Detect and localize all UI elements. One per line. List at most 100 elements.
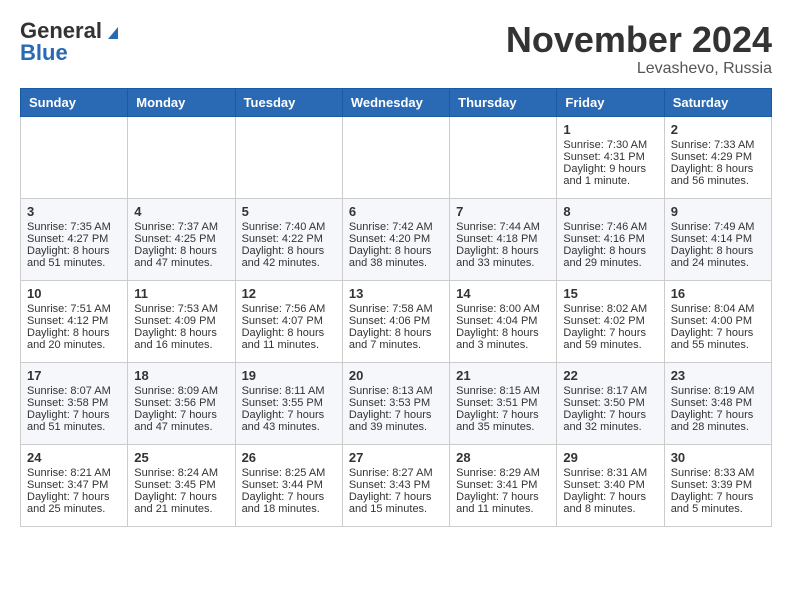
day-info: Daylight: 7 hours and 5 minutes. [671, 491, 765, 515]
day-info: Daylight: 8 hours and 7 minutes. [349, 327, 443, 351]
day-info: Sunset: 4:14 PM [671, 233, 765, 245]
day-info: Sunrise: 7:37 AM [134, 221, 228, 233]
calendar-cell: 9Sunrise: 7:49 AMSunset: 4:14 PMDaylight… [664, 198, 771, 280]
day-info: Sunrise: 7:35 AM [27, 221, 121, 233]
day-info: Sunrise: 7:51 AM [27, 303, 121, 315]
day-number: 7 [456, 204, 550, 219]
day-info: Daylight: 8 hours and 51 minutes. [27, 245, 121, 269]
day-number: 17 [27, 368, 121, 383]
calendar-cell: 22Sunrise: 8:17 AMSunset: 3:50 PMDayligh… [557, 362, 664, 444]
day-info: Daylight: 8 hours and 47 minutes. [134, 245, 228, 269]
calendar-cell: 27Sunrise: 8:27 AMSunset: 3:43 PMDayligh… [342, 444, 449, 526]
day-info: Sunset: 4:18 PM [456, 233, 550, 245]
day-number: 1 [563, 122, 657, 137]
day-info: Daylight: 8 hours and 20 minutes. [27, 327, 121, 351]
day-info: Daylight: 8 hours and 56 minutes. [671, 163, 765, 187]
day-info: Daylight: 8 hours and 3 minutes. [456, 327, 550, 351]
day-info: Daylight: 7 hours and 51 minutes. [27, 409, 121, 433]
calendar-cell: 12Sunrise: 7:56 AMSunset: 4:07 PMDayligh… [235, 280, 342, 362]
calendar-cell: 3 Sunrise: 7:35 AMSunset: 4:27 PMDaylight… [21, 198, 128, 280]
week-row-1: 1Sunrise: 7:30 AMSunset: 4:31 PMDaylight… [21, 116, 772, 198]
day-number: 14 [456, 286, 550, 301]
day-info: Sunrise: 8:21 AM [27, 467, 121, 479]
day-info: Sunset: 3:56 PM [134, 397, 228, 409]
day-info: Sunrise: 8:27 AM [349, 467, 443, 479]
calendar-cell: 23Sunrise: 8:19 AMSunset: 3:48 PMDayligh… [664, 362, 771, 444]
calendar-cell: 28Sunrise: 8:29 AMSunset: 3:41 PMDayligh… [450, 444, 557, 526]
day-info: Sunrise: 8:19 AM [671, 385, 765, 397]
day-info: Sunset: 3:58 PM [27, 397, 121, 409]
day-info: Sunset: 3:39 PM [671, 479, 765, 491]
calendar-cell: 13Sunrise: 7:58 AMSunset: 4:06 PMDayligh… [342, 280, 449, 362]
calendar-cell: 10Sunrise: 7:51 AMSunset: 4:12 PMDayligh… [21, 280, 128, 362]
day-info: Daylight: 8 hours and 33 minutes. [456, 245, 550, 269]
day-number: 23 [671, 368, 765, 383]
day-number: 16 [671, 286, 765, 301]
calendar-cell: 15Sunrise: 8:02 AMSunset: 4:02 PMDayligh… [557, 280, 664, 362]
day-number: 13 [349, 286, 443, 301]
calendar-cell: 17Sunrise: 8:07 AMSunset: 3:58 PMDayligh… [21, 362, 128, 444]
day-number: 22 [563, 368, 657, 383]
logo-triangle-icon [104, 23, 122, 39]
day-info: Daylight: 7 hours and 21 minutes. [134, 491, 228, 515]
day-info: Sunrise: 7:33 AM [671, 139, 765, 151]
calendar-cell: 26Sunrise: 8:25 AMSunset: 3:44 PMDayligh… [235, 444, 342, 526]
header-day-thursday: Thursday [450, 88, 557, 116]
day-info: Sunrise: 8:15 AM [456, 385, 550, 397]
day-number: 20 [349, 368, 443, 383]
location: Levashevo, Russia [506, 60, 772, 78]
day-info: Sunset: 4:04 PM [456, 315, 550, 327]
day-info: Sunset: 3:43 PM [349, 479, 443, 491]
day-number: 18 [134, 368, 228, 383]
title-area: November 2024 Levashevo, Russia [506, 20, 772, 78]
calendar-cell [450, 116, 557, 198]
day-number: 25 [134, 450, 228, 465]
day-info: Daylight: 7 hours and 59 minutes. [563, 327, 657, 351]
day-info: Daylight: 8 hours and 24 minutes. [671, 245, 765, 269]
logo-general-text: General [20, 20, 102, 42]
day-info: Daylight: 7 hours and 32 minutes. [563, 409, 657, 433]
day-info: Sunset: 4:31 PM [563, 151, 657, 163]
day-info: Sunrise: 8:31 AM [563, 467, 657, 479]
calendar-cell [21, 116, 128, 198]
day-number: 5 [242, 204, 336, 219]
calendar-cell: 20Sunrise: 8:13 AMSunset: 3:53 PMDayligh… [342, 362, 449, 444]
calendar-cell: 25Sunrise: 8:24 AMSunset: 3:45 PMDayligh… [128, 444, 235, 526]
day-info: Sunset: 4:27 PM [27, 233, 121, 245]
calendar-cell: 19Sunrise: 8:11 AMSunset: 3:55 PMDayligh… [235, 362, 342, 444]
header-day-wednesday: Wednesday [342, 88, 449, 116]
day-info: Sunset: 4:09 PM [134, 315, 228, 327]
day-info: Daylight: 8 hours and 38 minutes. [349, 245, 443, 269]
calendar-cell: 24Sunrise: 8:21 AMSunset: 3:47 PMDayligh… [21, 444, 128, 526]
calendar-cell: 2Sunrise: 7:33 AMSunset: 4:29 PMDaylight… [664, 116, 771, 198]
calendar-cell [128, 116, 235, 198]
day-number: 19 [242, 368, 336, 383]
calendar-cell: 18Sunrise: 8:09 AMSunset: 3:56 PMDayligh… [128, 362, 235, 444]
day-info: Sunset: 4:20 PM [349, 233, 443, 245]
day-info: Sunset: 3:45 PM [134, 479, 228, 491]
calendar-cell: 30Sunrise: 8:33 AMSunset: 3:39 PMDayligh… [664, 444, 771, 526]
day-info: Sunset: 3:53 PM [349, 397, 443, 409]
calendar-cell: 5Sunrise: 7:40 AMSunset: 4:22 PMDaylight… [235, 198, 342, 280]
logo: General Blue [20, 20, 122, 64]
calendar-cell: 29Sunrise: 8:31 AMSunset: 3:40 PMDayligh… [557, 444, 664, 526]
header: General Blue November 2024 Levashevo, Ru… [20, 20, 772, 78]
day-info: Sunset: 4:29 PM [671, 151, 765, 163]
day-info: Sunset: 4:02 PM [563, 315, 657, 327]
day-info: Sunrise: 7:44 AM [456, 221, 550, 233]
day-info: Sunset: 3:55 PM [242, 397, 336, 409]
day-info: Daylight: 7 hours and 25 minutes. [27, 491, 121, 515]
day-number: 28 [456, 450, 550, 465]
day-info: Daylight: 8 hours and 42 minutes. [242, 245, 336, 269]
week-row-5: 24Sunrise: 8:21 AMSunset: 3:47 PMDayligh… [21, 444, 772, 526]
day-number: 3 [27, 204, 121, 219]
day-number: 11 [134, 286, 228, 301]
day-number: 15 [563, 286, 657, 301]
day-info: Sunset: 3:40 PM [563, 479, 657, 491]
week-row-4: 17Sunrise: 8:07 AMSunset: 3:58 PMDayligh… [21, 362, 772, 444]
day-info: Daylight: 8 hours and 16 minutes. [134, 327, 228, 351]
calendar-cell: 4Sunrise: 7:37 AMSunset: 4:25 PMDaylight… [128, 198, 235, 280]
day-info: Sunset: 4:06 PM [349, 315, 443, 327]
day-info: Daylight: 7 hours and 47 minutes. [134, 409, 228, 433]
day-info: Daylight: 8 hours and 11 minutes. [242, 327, 336, 351]
